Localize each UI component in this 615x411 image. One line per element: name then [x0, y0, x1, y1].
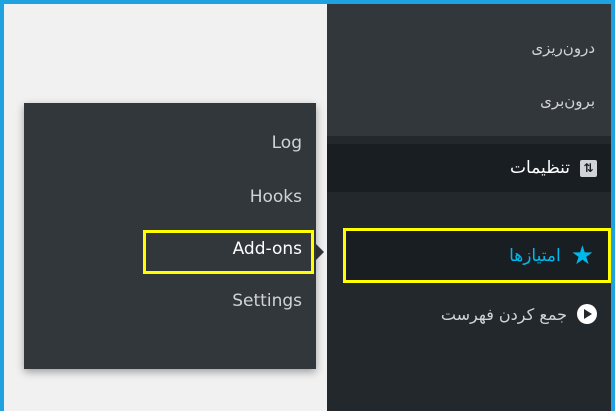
- admin-sidebar: درون‌ریزی برون‌بری ⇅ تنظیمات جمع کردن فه…: [327, 4, 611, 411]
- tools-submenu: درون‌ریزی برون‌بری: [327, 4, 611, 136]
- add-ons-highlight-box: [143, 230, 314, 274]
- flyout-item-settings[interactable]: Settings: [232, 291, 302, 311]
- submenu-item-export[interactable]: برون‌بری: [540, 92, 595, 110]
- collapse-icon: [577, 304, 597, 324]
- submenu-item-import[interactable]: درون‌ریزی: [531, 39, 595, 57]
- flyout-pointer: [316, 244, 324, 260]
- flyout-item-hooks[interactable]: Hooks: [250, 187, 302, 207]
- sidebar-item-points[interactable]: ★ امتیازها: [343, 228, 611, 283]
- sidebar-item-label: تنظیمات: [510, 158, 570, 178]
- flyout-item-log[interactable]: Log: [272, 133, 302, 153]
- sidebar-item-settings[interactable]: ⇅ تنظیمات: [327, 144, 611, 192]
- star-icon: ★: [570, 240, 594, 271]
- sidebar-item-collapse-menu[interactable]: جمع کردن فهرست: [327, 290, 611, 338]
- sidebar-item-label: امتیازها: [509, 245, 561, 266]
- sliders-icon: ⇅: [580, 159, 597, 177]
- sidebar-item-label: جمع کردن فهرست: [440, 304, 567, 324]
